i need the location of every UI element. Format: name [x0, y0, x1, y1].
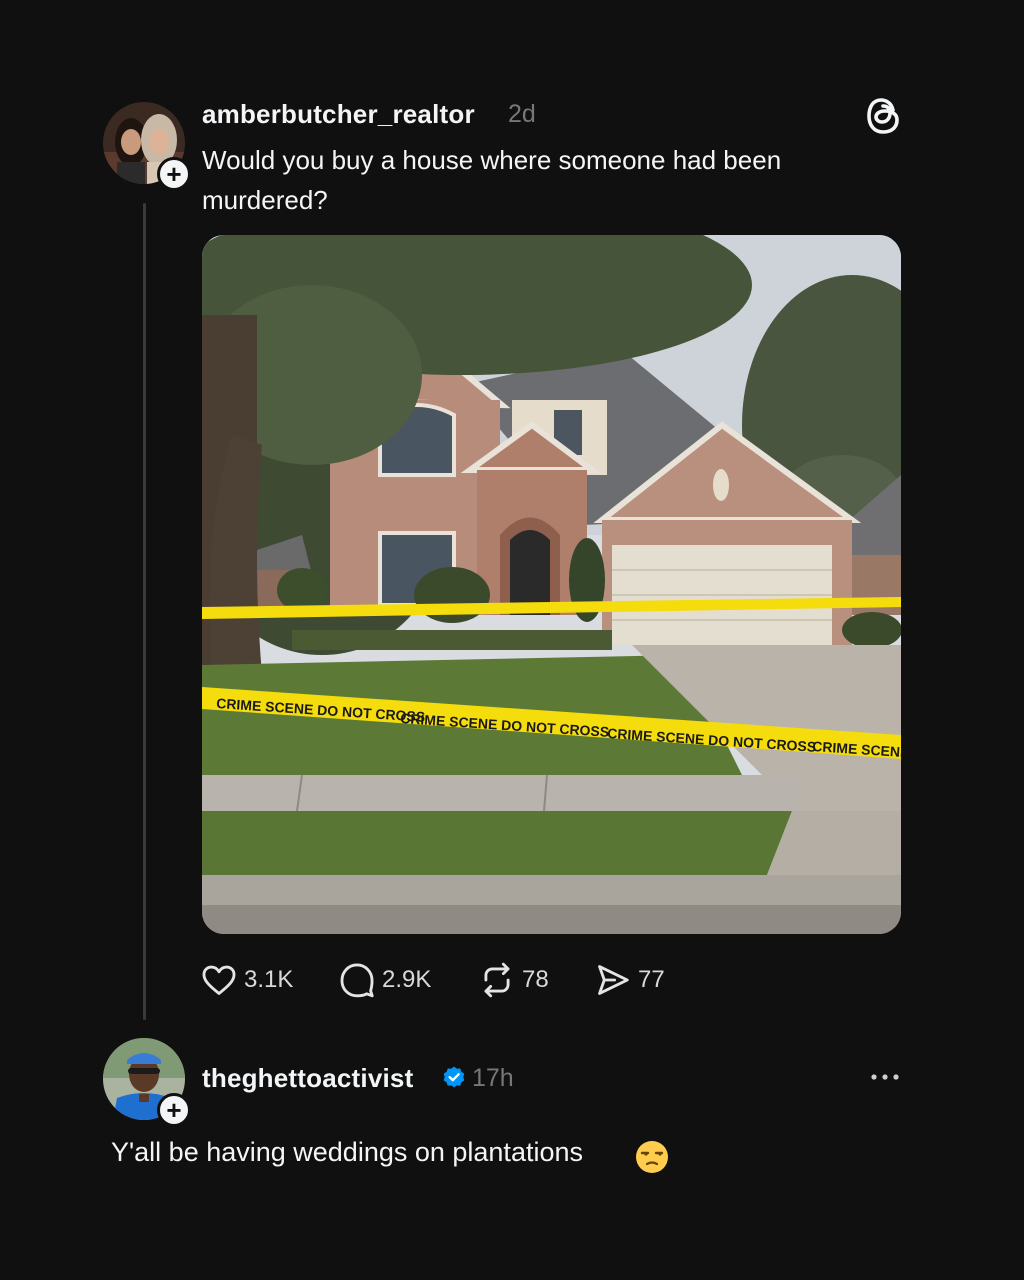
share-button[interactable]: 77 [594, 958, 665, 1002]
reply-text: Y'all be having weddings on plantations [111, 1137, 583, 1167]
comment-bubble-icon [340, 963, 374, 998]
post-timestamp: 2d [508, 100, 536, 128]
follow-reply-author-button[interactable]: + [157, 1093, 191, 1127]
like-count: 3.1K [244, 966, 294, 993]
post-image[interactable]: CRIME SCENE DO NOT CROSS CRIME SCENE DO … [202, 235, 901, 934]
heart-icon [202, 965, 236, 995]
send-icon [598, 965, 629, 995]
verified-badge-icon [443, 1066, 465, 1088]
share-count: 77 [638, 966, 665, 993]
thread-connector-line [143, 203, 146, 1020]
reply-timestamp: 17h [472, 1064, 514, 1092]
repost-count: 78 [522, 966, 549, 993]
repost-icon [484, 962, 510, 998]
like-button[interactable]: 3.1K [200, 958, 293, 1002]
repost-button[interactable]: 78 [478, 958, 549, 1002]
follow-author-button[interactable]: + [157, 157, 191, 191]
more-dots-icon[interactable] [868, 1066, 902, 1088]
unamused-face-emoji [636, 1141, 668, 1173]
post-text: Would you buy a house where someone had … [202, 145, 782, 215]
post-author-username[interactable]: amberbutcher_realtor [202, 99, 475, 130]
threads-logo-icon[interactable] [866, 96, 902, 136]
comment-count: 2.9K [382, 966, 432, 993]
comment-button[interactable]: 2.9K [338, 958, 431, 1002]
reply-author-username[interactable]: theghettoactivist [202, 1063, 413, 1094]
